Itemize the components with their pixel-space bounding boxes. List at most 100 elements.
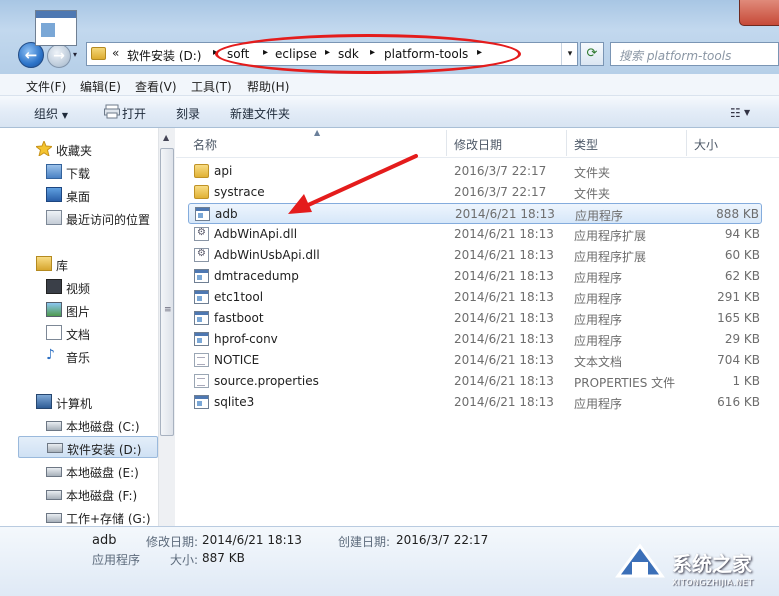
nav-item-drive-f[interactable]: 本地磁盘 (F:): [0, 483, 158, 505]
file-size: 704 KB: [717, 353, 760, 367]
file-modified: 2014/6/21 18:13: [454, 311, 554, 325]
recent-pages-dropdown-icon[interactable]: ▾: [73, 50, 77, 59]
organize-label: 组织: [34, 107, 59, 121]
breadcrumb-drive[interactable]: 软件安装 (D:): [127, 47, 201, 64]
file-list: ▲ 名称 修改日期 类型 大小 api 2016/3/7 22:17 文件夹 syst…: [176, 128, 779, 526]
drive-icon: [46, 421, 62, 431]
file-row[interactable]: systrace 2016/3/7 22:17 文件夹: [188, 182, 762, 203]
nav-label: 最近访问的位置: [66, 213, 151, 227]
file-modified: 2016/3/7 22:17: [454, 185, 547, 199]
nav-label: 音乐: [66, 351, 91, 365]
file-type: 文件夹: [574, 187, 611, 201]
nav-label: 库: [56, 259, 69, 273]
column-header-row: ▲ 名称 修改日期 类型 大小: [176, 128, 779, 158]
file-name: NOTICE: [214, 353, 260, 367]
nav-item-drive-d[interactable]: 软件安装 (D:): [18, 436, 158, 458]
nav-item-pictures[interactable]: 图片: [0, 299, 158, 321]
drive-icon: [46, 513, 62, 523]
watermark-logo: [615, 543, 665, 578]
file-row[interactable]: adb 2014/6/21 18:13 应用程序 888 KB: [188, 203, 762, 224]
application-icon: [194, 332, 209, 346]
column-modified[interactable]: 修改日期: [454, 136, 502, 153]
file-modified: 2014/6/21 18:13: [454, 269, 554, 283]
nav-label: 文档: [66, 328, 91, 342]
nav-item-drive-e[interactable]: 本地磁盘 (E:): [0, 460, 158, 482]
file-name: AdbWinApi.dll: [214, 227, 298, 241]
close-window-button[interactable]: [739, 0, 779, 26]
menu-help[interactable]: 帮助(H): [247, 78, 289, 95]
nav-item-recent-places[interactable]: 最近访问的位置: [0, 207, 158, 229]
column-type[interactable]: 类型: [574, 136, 598, 153]
file-row[interactable]: hprof-conv 2014/6/21 18:13 应用程序 29 KB: [188, 329, 762, 350]
nav-label: 下载: [66, 167, 91, 181]
scrollbar-thumb[interactable]: ≡: [160, 148, 174, 436]
new-folder-button[interactable]: 新建文件夹: [230, 105, 290, 122]
organize-button[interactable]: 组织 ▼: [34, 105, 68, 122]
file-row[interactable]: NOTICE 2014/6/21 18:13 文本文档 704 KB: [188, 350, 762, 371]
chevron-down-icon[interactable]: ▼: [744, 108, 750, 117]
watermark-url: XITONGZHIJIA.NET: [672, 578, 754, 587]
refresh-button[interactable]: ⟳: [580, 42, 604, 66]
star-icon: [36, 141, 52, 156]
nav-item-music[interactable]: ♪ 音乐: [0, 345, 158, 367]
desktop-icon: [46, 187, 62, 202]
file-row[interactable]: fastboot 2014/6/21 18:13 应用程序 165 KB: [188, 308, 762, 329]
nav-item-drive-c[interactable]: 本地磁盘 (C:): [0, 414, 158, 436]
view-options-icon[interactable]: ☷: [730, 106, 741, 120]
column-size[interactable]: 大小: [694, 136, 718, 153]
file-name: etc1tool: [214, 290, 264, 304]
nav-item-documents[interactable]: 文档: [0, 322, 158, 344]
drive-icon: [46, 467, 62, 477]
nav-favorites[interactable]: 收藏夹: [0, 138, 158, 160]
music-icon: ♪: [46, 347, 55, 363]
nav-item-downloads[interactable]: 下载: [0, 161, 158, 183]
application-icon: [194, 311, 209, 325]
column-name[interactable]: 名称: [193, 136, 217, 153]
file-type: 应用程序: [574, 334, 623, 348]
navigation-pane: 收藏夹 下载 桌面 最近访问的位置 库 视频 图片 文档 ♪ 音乐 计算机 本地…: [0, 128, 175, 526]
details-size-value: 887 KB: [202, 551, 245, 565]
details-modified-value: 2014/6/21 18:13: [202, 533, 302, 547]
scroll-up-icon[interactable]: ▲: [163, 133, 169, 142]
nav-libraries[interactable]: 库: [0, 253, 158, 275]
details-file-type: 应用程序: [92, 553, 141, 567]
nav-item-drive-g[interactable]: 工作+存储 (G:): [0, 506, 158, 528]
file-size: 616 KB: [717, 395, 760, 409]
file-row[interactable]: AdbWinApi.dll 2014/6/21 18:13 应用程序扩展 94 KB: [188, 224, 762, 245]
file-row[interactable]: AdbWinUsbApi.dll 2014/6/21 18:13 应用程序扩展 60 …: [188, 245, 762, 266]
file-row[interactable]: dmtracedump 2014/6/21 18:13 应用程序 62 KB: [188, 266, 762, 287]
open-button[interactable]: 打开: [122, 105, 146, 122]
file-row[interactable]: sqlite3 2014/6/21 18:13 应用程序 616 KB: [188, 392, 762, 413]
document-icon: [194, 374, 209, 388]
nav-item-videos[interactable]: 视频: [0, 276, 158, 298]
file-size: 165 KB: [717, 311, 760, 325]
chevron-down-icon: ▼: [61, 111, 68, 120]
search-input[interactable]: 搜索 platform-tools: [610, 42, 779, 66]
forward-button[interactable]: →: [47, 44, 71, 68]
file-row[interactable]: source.properties 2014/6/21 18:13 PROPERTI…: [188, 371, 762, 392]
file-type: PROPERTIES 文件: [574, 376, 676, 390]
nav-scrollbar[interactable]: ▲ ≡: [158, 128, 175, 526]
breadcrumb-overflow[interactable]: «: [112, 46, 119, 60]
refresh-icon: ⟳: [586, 46, 598, 61]
menu-edit[interactable]: 编辑(E): [80, 78, 121, 95]
dll-icon: [194, 227, 209, 241]
menu-file[interactable]: 文件(F): [26, 78, 66, 95]
file-row[interactable]: api 2016/3/7 22:17 文件夹: [188, 161, 762, 182]
nav-computer[interactable]: 计算机: [0, 391, 158, 413]
nav-item-desktop[interactable]: 桌面: [0, 184, 158, 206]
column-separator[interactable]: [566, 130, 567, 156]
menu-view[interactable]: 查看(V): [135, 78, 177, 95]
burn-button[interactable]: 刻录: [176, 105, 200, 122]
application-icon: [195, 207, 210, 221]
folder-icon: [194, 185, 209, 199]
file-row[interactable]: etc1tool 2014/6/21 18:13 应用程序 291 KB: [188, 287, 762, 308]
menu-tools[interactable]: 工具(T): [191, 78, 232, 95]
column-separator[interactable]: [446, 130, 447, 156]
address-dropdown-icon[interactable]: ▾: [561, 43, 578, 65]
column-separator[interactable]: [686, 130, 687, 156]
nav-label: 视频: [66, 282, 91, 296]
file-modified: 2014/6/21 18:13: [454, 227, 554, 241]
details-created-value: 2016/3/7 22:17: [396, 533, 489, 547]
details-created-label: 创建日期:: [338, 535, 391, 549]
